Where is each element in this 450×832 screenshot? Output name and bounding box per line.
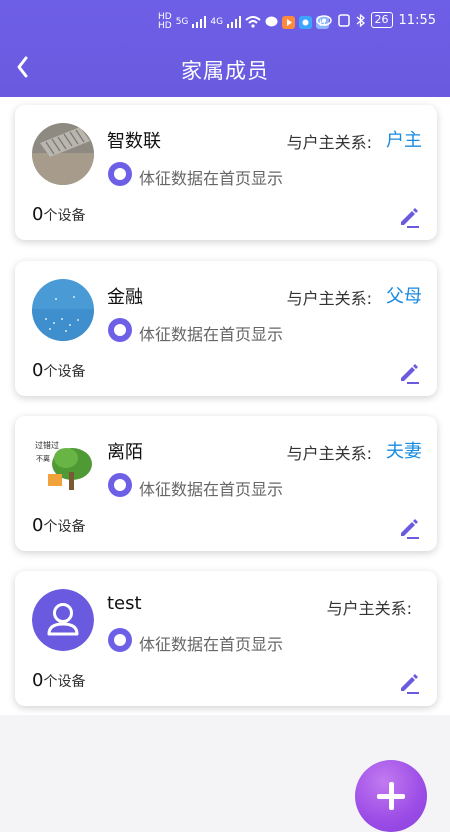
member-card[interactable]: 智数联 与户主关系: 户主 体征数据在首页显示 0个设备	[15, 105, 437, 240]
sim-indicator: HD HD	[158, 12, 172, 31]
signal-icon	[192, 16, 207, 28]
show-vitals-toggle[interactable]	[108, 318, 132, 342]
device-count-number: 0	[32, 204, 44, 225]
relation-value[interactable]: 父母	[386, 282, 422, 308]
device-count-unit: 个设备	[43, 674, 86, 690]
signal-5g-label: 5G	[175, 16, 189, 27]
show-vitals-toggle[interactable]	[108, 473, 132, 497]
show-vitals-toggle[interactable]	[108, 628, 132, 652]
member-name: 智数联	[107, 131, 161, 152]
status-right: 26 11:55	[315, 12, 436, 28]
edit-icon[interactable]	[397, 205, 421, 229]
user-icon	[32, 589, 94, 651]
wifi-icon	[245, 16, 261, 28]
device-count-number: 0	[32, 670, 44, 691]
edit-icon[interactable]	[397, 671, 421, 695]
relation-label: 与户主关系:	[286, 444, 372, 463]
member-name: test	[107, 593, 142, 614]
add-member-button[interactable]	[355, 760, 427, 832]
app-header: HD HD 5G 4G H 26 11:55 家属成员	[0, 0, 450, 97]
page-title: 家属成员	[181, 59, 269, 83]
device-count-unit: 个设备	[43, 208, 86, 224]
member-name: 金融	[107, 287, 143, 308]
relation-label: 与户主关系:	[326, 599, 412, 618]
chat-icon	[265, 16, 278, 27]
signal-4g-label: 4G	[210, 16, 224, 27]
member-name: 离陌	[107, 442, 143, 463]
nfc-icon	[337, 13, 350, 27]
member-list: 智数联 与户主关系: 户主 体征数据在首页显示 0个设备 金融 与户主关系: 父…	[0, 97, 450, 715]
eye-icon	[315, 14, 332, 26]
show-vitals-label: 体征数据在首页显示	[139, 169, 284, 188]
avatar[interactable]: 过错过 不离	[32, 434, 94, 496]
device-count: 0个设备	[32, 204, 85, 225]
device-count-number: 0	[32, 360, 44, 381]
avatar-caption-1: 过错过	[35, 440, 59, 450]
signal-icon	[227, 16, 242, 28]
device-count-unit: 个设备	[43, 364, 86, 380]
show-vitals-label: 体征数据在首页显示	[139, 635, 284, 654]
member-card[interactable]: test 与户主关系: 体征数据在首页显示 0个设备	[15, 571, 437, 706]
status-time: 11:55	[398, 12, 436, 28]
status-left: HD HD 5G 4G H	[158, 12, 330, 31]
relation-label: 与户主关系:	[286, 289, 372, 308]
edit-icon[interactable]	[397, 361, 421, 385]
relation-value[interactable]: 夫妻	[386, 437, 422, 463]
member-card[interactable]: 过错过 不离 离陌 与户主关系: 夫妻 体征数据在首页显示 0个设备	[15, 416, 437, 551]
battery-indicator: 26	[370, 12, 393, 28]
member-card[interactable]: 金融 与户主关系: 父母 体征数据在首页显示 0个设备	[15, 261, 437, 396]
show-vitals-toggle[interactable]	[108, 162, 132, 186]
avatar[interactable]	[32, 123, 94, 185]
edit-icon[interactable]	[397, 516, 421, 540]
device-count: 0个设备	[32, 515, 85, 536]
status-bar: HD HD 5G 4G H 26 11:55	[0, 0, 450, 40]
app-notification-icon	[282, 15, 296, 29]
app-notification-icon	[299, 15, 313, 29]
device-count-unit: 个设备	[43, 519, 86, 535]
bluetooth-icon	[356, 13, 365, 27]
avatar-photo: 过错过 不离	[32, 434, 94, 496]
avatar-photo	[32, 123, 94, 185]
show-vitals-label: 体征数据在首页显示	[139, 480, 284, 499]
device-count-number: 0	[32, 515, 44, 536]
relation-value[interactable]: 户主	[386, 126, 422, 152]
avatar[interactable]	[32, 279, 94, 341]
avatar-photo	[32, 279, 94, 341]
avatar[interactable]	[32, 589, 94, 651]
device-count: 0个设备	[32, 670, 85, 691]
device-count: 0个设备	[32, 360, 85, 381]
show-vitals-label: 体征数据在首页显示	[139, 325, 284, 344]
avatar-caption-2: 不离	[36, 454, 50, 463]
relation-label: 与户主关系:	[286, 133, 372, 152]
